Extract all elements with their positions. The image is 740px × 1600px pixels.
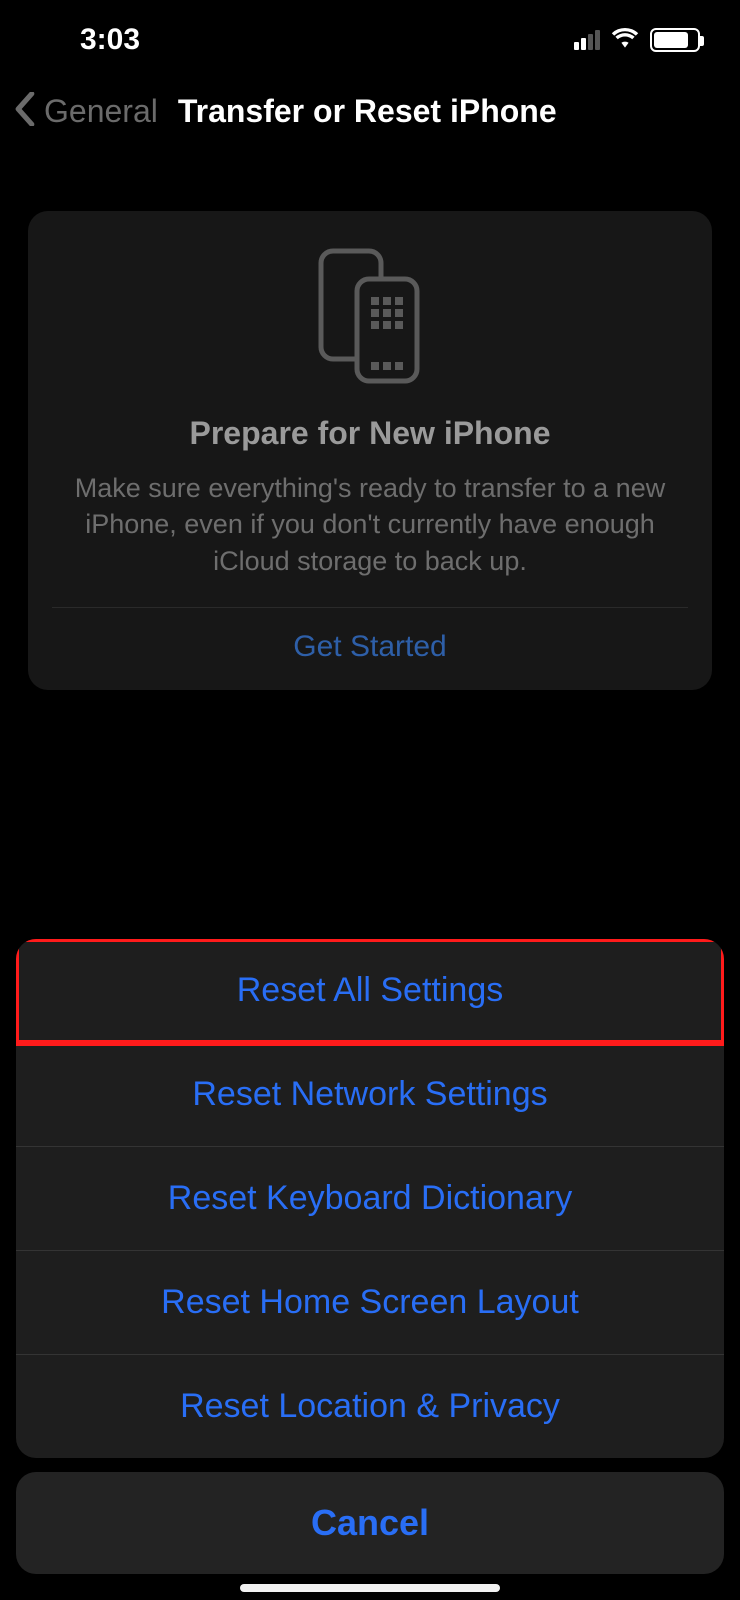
status-time: 3:03: [80, 23, 140, 57]
nav-header: General Transfer or Reset iPhone: [0, 70, 740, 151]
cellular-signal-icon: [574, 30, 600, 50]
reset-network-settings-button[interactable]: Reset Network Settings: [16, 1043, 724, 1147]
cancel-button[interactable]: Cancel: [16, 1472, 724, 1574]
reset-location-privacy-button[interactable]: Reset Location & Privacy: [16, 1355, 724, 1458]
reset-options-group: Reset All Settings Reset Network Setting…: [16, 939, 724, 1458]
home-indicator[interactable]: [240, 1584, 500, 1592]
reset-keyboard-dictionary-button[interactable]: Reset Keyboard Dictionary: [16, 1147, 724, 1251]
status-bar: 3:03: [0, 0, 740, 70]
prepare-card-title: Prepare for New iPhone: [48, 415, 692, 452]
get-started-button[interactable]: Get Started: [48, 608, 692, 690]
back-button-label[interactable]: General: [44, 93, 158, 130]
reset-action-sheet: Reset All Settings Reset Network Setting…: [16, 939, 724, 1574]
prepare-card: Prepare for New iPhone Make sure everyth…: [28, 211, 712, 690]
prepare-card-body: Make sure everything's ready to transfer…: [48, 470, 692, 607]
battery-icon: [650, 28, 700, 52]
back-chevron-icon[interactable]: [14, 92, 36, 131]
page-title: Transfer or Reset iPhone: [178, 93, 557, 130]
wifi-icon: [610, 26, 640, 55]
reset-home-screen-layout-button[interactable]: Reset Home Screen Layout: [16, 1251, 724, 1355]
status-icons: [574, 26, 700, 55]
transfer-phones-icon: [48, 247, 692, 387]
reset-all-settings-button[interactable]: Reset All Settings: [16, 939, 724, 1043]
